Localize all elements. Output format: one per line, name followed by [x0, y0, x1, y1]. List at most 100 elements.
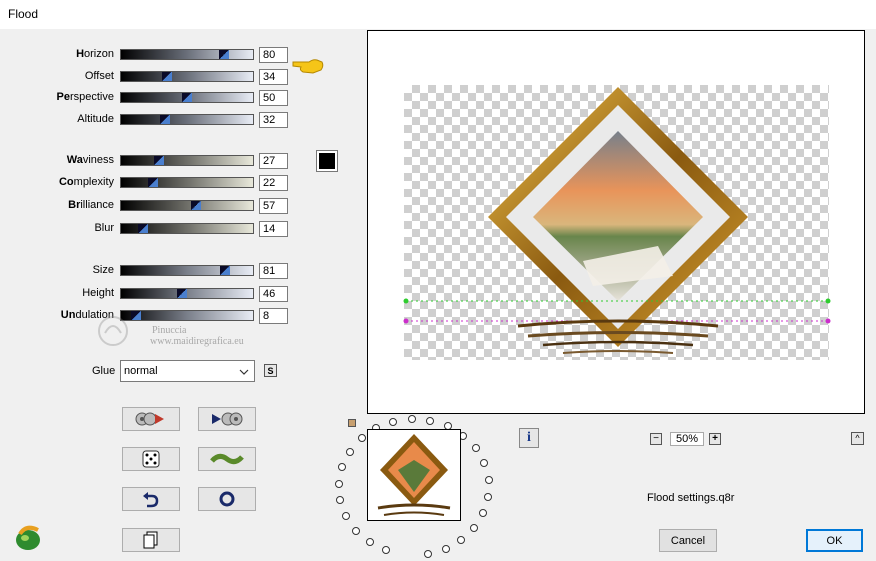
navigator-ring-dot: [342, 512, 351, 521]
slider-value-blur[interactable]: 14: [259, 221, 288, 237]
navigator-ring-dot: [389, 417, 398, 426]
collapse-up-button[interactable]: ^: [851, 432, 864, 445]
slider-label-complexity: Complexity: [58, 176, 114, 188]
slider-label-offset: Offset: [84, 70, 114, 82]
reset-button[interactable]: [122, 487, 180, 511]
slider-label-waviness: Waviness: [66, 154, 114, 166]
navigator-ring-dot: [382, 546, 391, 555]
window-title: Flood: [8, 7, 39, 21]
slider-label-blur: Blur: [94, 222, 114, 234]
slider-label-brilliance: Brilliance: [68, 199, 114, 211]
slider-thumb[interactable]: [182, 93, 192, 102]
slider-value-size[interactable]: 81: [259, 263, 288, 279]
slider-row-horizon: Horizon 80: [0, 47, 300, 63]
glue-label: Glue: [92, 365, 116, 377]
caret-up-icon: ^: [855, 433, 860, 443]
zoom-out-button[interactable]: −: [650, 433, 662, 445]
slider-thumb[interactable]: [219, 50, 229, 59]
slider-value-height[interactable]: 46: [259, 286, 288, 302]
slider-horizon[interactable]: [120, 49, 254, 60]
chevron-down-icon: [239, 369, 249, 375]
preset-next-button[interactable]: [198, 407, 256, 431]
slider-size[interactable]: [120, 265, 254, 276]
slider-thumb[interactable]: [154, 156, 164, 165]
slider-thumb[interactable]: [177, 289, 187, 298]
slider-perspective[interactable]: [120, 92, 254, 103]
watermark: Pinuccia www.maidiregrafica.eu: [118, 325, 244, 347]
slider-thumb[interactable]: [131, 311, 141, 320]
slider-thumb[interactable]: [138, 224, 148, 233]
slider-waviness[interactable]: [120, 155, 254, 166]
slider-value-perspective[interactable]: 50: [259, 90, 288, 106]
slider-row-altitude: Altitude 32: [0, 112, 300, 128]
copy-button[interactable]: [122, 528, 180, 552]
thumbnail-image: [377, 434, 451, 516]
cancel-label: Cancel: [670, 534, 706, 547]
wave-icon: [210, 453, 244, 465]
info-button[interactable]: i: [519, 428, 539, 448]
slider-thumb[interactable]: [220, 266, 230, 275]
zoom-in-button[interactable]: +: [709, 433, 721, 445]
slider-thumb[interactable]: [160, 115, 170, 124]
slider-height[interactable]: [120, 288, 254, 299]
navigator-ring-dot: [407, 415, 416, 424]
navigator-ring-dot: [484, 475, 493, 484]
dice-icon: [142, 450, 160, 468]
slider-value-complexity[interactable]: 22: [259, 175, 288, 191]
minus-icon: −: [653, 433, 659, 444]
slider-row-offset: Offset 34: [0, 69, 300, 85]
slider-label-perspective: Perspective: [56, 91, 115, 103]
ok-button[interactable]: OK: [806, 529, 863, 552]
settings-filename: Flood settings.q8r: [647, 492, 735, 504]
slider-value-brilliance[interactable]: 57: [259, 198, 288, 214]
slider-complexity[interactable]: [120, 177, 254, 188]
plus-icon: +: [712, 433, 718, 444]
navigator-ring-dot: [357, 434, 366, 443]
slider-value-undulation[interactable]: 8: [259, 308, 288, 324]
navigator-handle[interactable]: [348, 419, 356, 427]
navigator-ring-dot: [426, 416, 435, 425]
glue-s-label: S: [267, 365, 274, 376]
reel-next-icon: [212, 412, 243, 426]
info-icon: i: [527, 430, 531, 445]
slider-altitude[interactable]: [120, 114, 254, 125]
reel-previous-icon: [135, 412, 164, 426]
slider-label-height: Height: [82, 287, 114, 299]
slider-brilliance[interactable]: [120, 200, 254, 211]
slider-value-horizon[interactable]: 80: [259, 47, 288, 63]
wave-button[interactable]: [198, 447, 256, 471]
slider-row-height: Height 46: [0, 286, 300, 302]
glue-s-button[interactable]: S: [264, 364, 277, 377]
undo-arrow-icon: [143, 492, 159, 508]
slider-blur[interactable]: [120, 223, 254, 234]
glue-select[interactable]: normal: [120, 360, 255, 382]
cancel-button[interactable]: Cancel: [659, 529, 717, 552]
navigator-ring-dot: [470, 523, 479, 532]
slider-label-altitude: Altitude: [77, 113, 114, 125]
slider-row-waviness: Waviness 27: [0, 153, 300, 169]
slider-row-brilliance: Brilliance 57: [0, 198, 300, 214]
navigator-ring-dot: [366, 538, 375, 547]
navigator-ring-dot: [345, 447, 354, 456]
slider-thumb[interactable]: [162, 72, 172, 81]
slider-undulation[interactable]: [120, 310, 254, 321]
randomize-button[interactable]: [122, 447, 180, 471]
watermark-line2: www.maidiregrafica.eu: [150, 336, 244, 347]
slider-offset[interactable]: [120, 71, 254, 82]
slider-thumb[interactable]: [191, 201, 201, 210]
slider-value-offset[interactable]: 34: [259, 69, 288, 85]
navigator-thumbnail[interactable]: [367, 429, 461, 521]
copy-page-icon: [143, 531, 158, 549]
slider-value-waviness[interactable]: 27: [259, 153, 288, 169]
navigator-ring-dot: [335, 479, 344, 488]
color-swatch[interactable]: [316, 150, 338, 172]
navigator-ring-dot: [441, 544, 450, 553]
preset-previous-button[interactable]: [122, 407, 180, 431]
slider-value-altitude[interactable]: 32: [259, 112, 288, 128]
default-button[interactable]: [198, 487, 256, 511]
preview-canvas[interactable]: [367, 30, 865, 414]
slider-label-horizon: Horizon: [76, 48, 114, 60]
slider-label-size: Size: [92, 264, 114, 276]
slider-thumb[interactable]: [148, 178, 158, 187]
navigator-ring-dot: [471, 444, 480, 453]
